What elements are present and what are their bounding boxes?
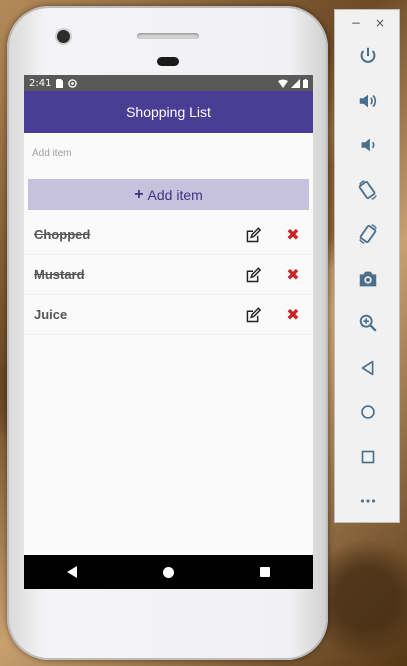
add-item-button[interactable]: + Add item	[28, 179, 309, 210]
volume-down-icon	[361, 138, 375, 152]
screenshot-button[interactable]	[335, 257, 401, 302]
front-camera	[57, 30, 70, 43]
plus-icon: +	[134, 185, 144, 203]
list-item[interactable]: Juice ✖	[24, 295, 313, 335]
signal-icon	[291, 78, 300, 88]
overview-icon	[361, 450, 375, 464]
list-item[interactable]: Mustard ✖	[24, 255, 313, 295]
window-controls: − ×	[335, 10, 399, 34]
emulator-toolbar: − ×	[334, 9, 400, 523]
add-item-field	[24, 133, 313, 173]
zoom-icon	[359, 315, 377, 332]
sd-card-icon	[56, 78, 64, 88]
recents-square-icon[interactable]	[260, 567, 270, 577]
rotate-right-icon	[359, 224, 377, 245]
rotate-left-button[interactable]	[335, 168, 401, 213]
android-nav-bar	[24, 555, 313, 589]
close-button[interactable]: ×	[375, 16, 385, 34]
power-button[interactable]	[335, 34, 401, 79]
more-button[interactable]	[335, 479, 401, 524]
item-input[interactable]	[30, 146, 307, 160]
back-button[interactable]	[335, 346, 401, 391]
back-icon	[361, 360, 374, 375]
power-icon	[360, 48, 376, 64]
volume-down-button[interactable]	[335, 123, 401, 168]
add-item-label: Add item	[147, 186, 203, 203]
phone-frame: 2:41 Shopping List + Add item Chopped	[7, 6, 328, 660]
zoom-button[interactable]	[335, 301, 401, 346]
item-name: Mustard	[34, 267, 85, 282]
status-bar: 2:41	[24, 75, 313, 91]
edit-icon[interactable]	[243, 305, 263, 325]
volume-up-icon	[359, 94, 377, 108]
camera-icon	[359, 271, 377, 287]
item-name: Juice	[34, 307, 68, 322]
app-bar: Shopping List	[24, 91, 313, 133]
earpiece	[157, 57, 179, 66]
battery-icon	[303, 78, 308, 88]
sync-icon	[68, 78, 78, 88]
list-item[interactable]: Chopped ✖	[24, 215, 313, 255]
edit-icon[interactable]	[243, 225, 263, 245]
rotate-right-button[interactable]	[335, 212, 401, 257]
overview-button[interactable]	[335, 435, 401, 480]
volume-up-button[interactable]	[335, 79, 401, 124]
app-title: Shopping List	[126, 104, 211, 120]
home-button[interactable]	[335, 390, 401, 435]
home-icon	[361, 405, 375, 420]
edit-icon[interactable]	[243, 265, 263, 285]
minimize-button[interactable]: −	[351, 16, 361, 34]
delete-icon[interactable]: ✖	[283, 265, 303, 285]
device-screen: 2:41 Shopping List + Add item Chopped	[24, 75, 313, 589]
status-time: 2:41	[29, 77, 52, 89]
shopping-list: Chopped ✖ Mustard ✖ Juice ✖	[24, 215, 313, 335]
more-icon	[360, 499, 376, 503]
delete-icon[interactable]: ✖	[283, 225, 303, 245]
home-circle-icon[interactable]	[163, 566, 174, 578]
item-name: Chopped	[34, 227, 91, 242]
speaker-grille	[137, 33, 199, 39]
back-triangle-icon[interactable]	[67, 566, 77, 578]
delete-icon[interactable]: ✖	[283, 305, 303, 325]
wifi-icon	[278, 79, 288, 88]
rotate-left-icon	[358, 179, 377, 200]
